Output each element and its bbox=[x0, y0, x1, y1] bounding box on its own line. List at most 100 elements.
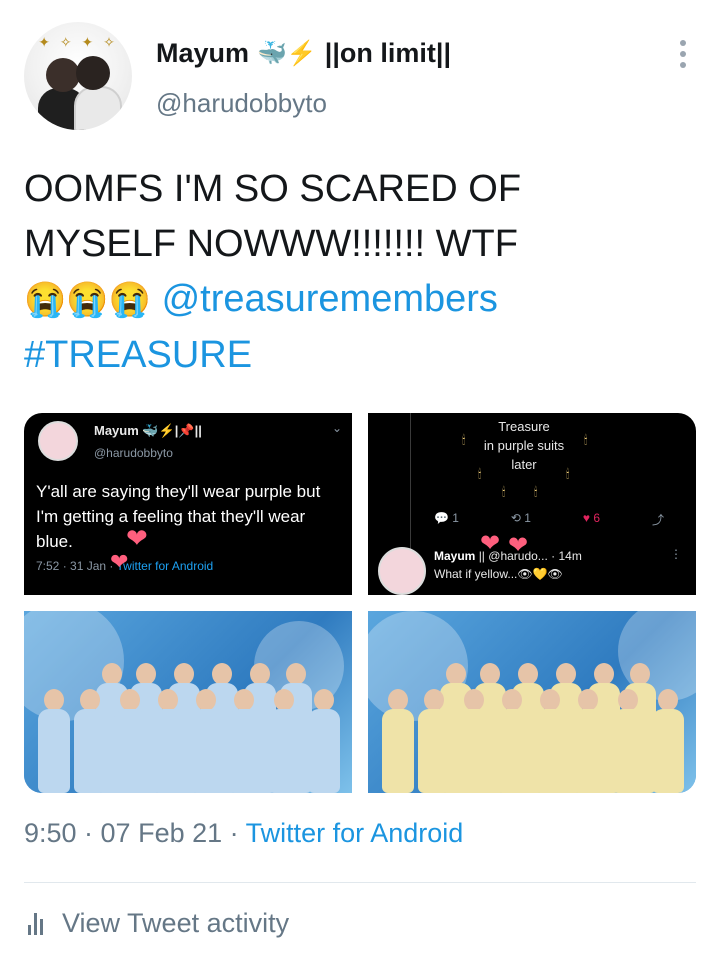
candle-icon: 🕯 bbox=[478, 467, 482, 481]
embedded-text: Y'all are saying they'll wear purple but… bbox=[36, 482, 321, 551]
candle-icon: 🕯 bbox=[502, 485, 506, 499]
member-head bbox=[196, 689, 216, 711]
media-image-1[interactable]: Mayum 🐳⚡|📌|| @harudobbyto ⌄ Y'all are sa… bbox=[24, 413, 352, 595]
like-count: ♥ 6 bbox=[582, 511, 601, 525]
caption-line: later bbox=[511, 457, 537, 472]
member-head bbox=[314, 689, 334, 711]
member-body bbox=[38, 709, 70, 793]
sparkle-decoration: ✦ ✧ ✦ ✧ bbox=[38, 34, 118, 50]
member-head bbox=[174, 663, 194, 685]
source-link[interactable]: Twitter for Android bbox=[246, 818, 464, 848]
candle-icon: 🕯 bbox=[584, 433, 588, 447]
avatar-figure bbox=[46, 58, 80, 92]
member-body bbox=[190, 709, 222, 793]
member-body bbox=[572, 709, 604, 793]
view-activity-button[interactable]: View Tweet activity bbox=[28, 908, 289, 939]
tweet-header: ✦ ✧ ✦ ✧ Mayum 🐳⚡ ||on limit|| @harudobby… bbox=[24, 22, 696, 132]
reply-text: What if yellow...👁💛👁 bbox=[434, 567, 563, 581]
media-image-2[interactable]: Treasure in purple suits later 🕯 🕯 🕯 🕯 🕯… bbox=[368, 413, 696, 595]
retweet-count: ⟲ 1 bbox=[510, 511, 531, 525]
member-head bbox=[464, 689, 484, 711]
member-head bbox=[480, 663, 500, 685]
tweet-timestamp: 9:50 · 07 Feb 21 · Twitter for Android bbox=[24, 818, 463, 849]
member-head bbox=[540, 689, 560, 711]
author-handle[interactable]: @harudobbyto bbox=[156, 88, 327, 119]
display-name[interactable]: Mayum bbox=[156, 38, 249, 69]
time-date: 9:50 · 07 Feb 21 · bbox=[24, 818, 246, 848]
divider bbox=[24, 882, 696, 883]
candle-icon: 🕯 bbox=[566, 467, 570, 481]
share-icon: ⤴ bbox=[651, 513, 664, 527]
member-head bbox=[446, 663, 466, 685]
embedded-name: Mayum 🐳⚡|📌|| bbox=[94, 423, 202, 438]
hashtag-link[interactable]: #TREASURE bbox=[24, 328, 696, 383]
media-image-3[interactable] bbox=[24, 611, 352, 793]
member-head bbox=[250, 663, 270, 685]
tweet-text-line: OOMFS I'M SO SCARED OF bbox=[24, 168, 522, 210]
member-body bbox=[652, 709, 684, 793]
heart-sticker-icon: ❤ bbox=[508, 532, 529, 559]
member-head bbox=[594, 663, 614, 685]
candle-icon: 🕯 bbox=[462, 433, 466, 447]
embedded-caption: Treasure in purple suits later bbox=[428, 417, 620, 474]
member-head bbox=[80, 689, 100, 711]
embedded-avatar bbox=[38, 421, 78, 461]
media-grid: Mayum 🐳⚡|📌|| @harudobbyto ⌄ Y'all are sa… bbox=[24, 413, 696, 793]
avatar-figure bbox=[74, 86, 122, 130]
avatar-figure bbox=[76, 56, 110, 90]
member-body bbox=[382, 709, 414, 793]
member-head bbox=[618, 689, 638, 711]
avatar[interactable]: ✦ ✧ ✦ ✧ bbox=[24, 22, 132, 130]
name-emoji: 🐳⚡ bbox=[257, 40, 317, 67]
author-name-row[interactable]: Mayum 🐳⚡ ||on limit|| bbox=[156, 38, 451, 69]
member-body bbox=[268, 709, 300, 793]
thread-line bbox=[410, 413, 411, 553]
candle-icon: 🕯 bbox=[534, 485, 538, 499]
member-head bbox=[518, 663, 538, 685]
member-body bbox=[152, 709, 184, 793]
tweet-text-line: 😭😭😭 @treasuremembers bbox=[24, 272, 696, 328]
reply-count: 💬 1 bbox=[434, 511, 459, 525]
caption-line: in purple suits bbox=[483, 438, 565, 453]
member-head bbox=[234, 689, 254, 711]
member-head bbox=[388, 689, 408, 711]
name-suffix: ||on limit|| bbox=[324, 38, 452, 68]
heart-sticker-icon: ❤ bbox=[480, 530, 501, 557]
tweet-text-line: MYSELF NOWWW!!!!!!! WTF bbox=[24, 223, 518, 265]
member-body bbox=[418, 709, 450, 793]
more-options-icon[interactable] bbox=[676, 40, 690, 70]
member-body bbox=[114, 709, 146, 793]
embedded-source: Twitter for Android bbox=[116, 559, 214, 573]
reply-avatar bbox=[378, 547, 426, 595]
member-head bbox=[120, 689, 140, 711]
embedded-time: 7:52 · 31 Jan · bbox=[36, 559, 117, 573]
crying-emoji: 😭😭😭 bbox=[24, 281, 152, 319]
member-body bbox=[228, 709, 260, 793]
chevron-down-icon: ⌄ bbox=[331, 421, 342, 435]
member-body bbox=[534, 709, 566, 793]
member-body bbox=[74, 709, 106, 793]
member-head bbox=[274, 689, 294, 711]
member-head bbox=[44, 689, 64, 711]
heart-sticker-icon: ❤ bbox=[110, 549, 129, 574]
member-body bbox=[308, 709, 340, 793]
heart-sticker-icon: ❤ bbox=[126, 523, 148, 553]
member-head bbox=[556, 663, 576, 685]
embedded-handle: @harudobbyto bbox=[94, 446, 173, 460]
member-head bbox=[158, 689, 178, 711]
member-head bbox=[136, 663, 156, 685]
member-head bbox=[658, 689, 678, 711]
member-head bbox=[286, 663, 306, 685]
member-head bbox=[212, 663, 232, 685]
analytics-icon bbox=[28, 912, 46, 935]
member-body bbox=[458, 709, 490, 793]
member-head bbox=[102, 663, 122, 685]
embedded-actions: 💬 1 ⟲ 1 ♥ 6 ⤴ bbox=[434, 511, 664, 528]
tweet-body: OOMFS I'M SO SCARED OF MYSELF NOWWW!!!!!… bbox=[24, 162, 696, 383]
member-head bbox=[424, 689, 444, 711]
media-image-4[interactable] bbox=[368, 611, 696, 793]
mention-link[interactable]: @treasuremembers bbox=[162, 278, 498, 320]
member-head bbox=[578, 689, 598, 711]
member-head bbox=[502, 689, 522, 711]
caption-line: Treasure bbox=[498, 419, 550, 434]
